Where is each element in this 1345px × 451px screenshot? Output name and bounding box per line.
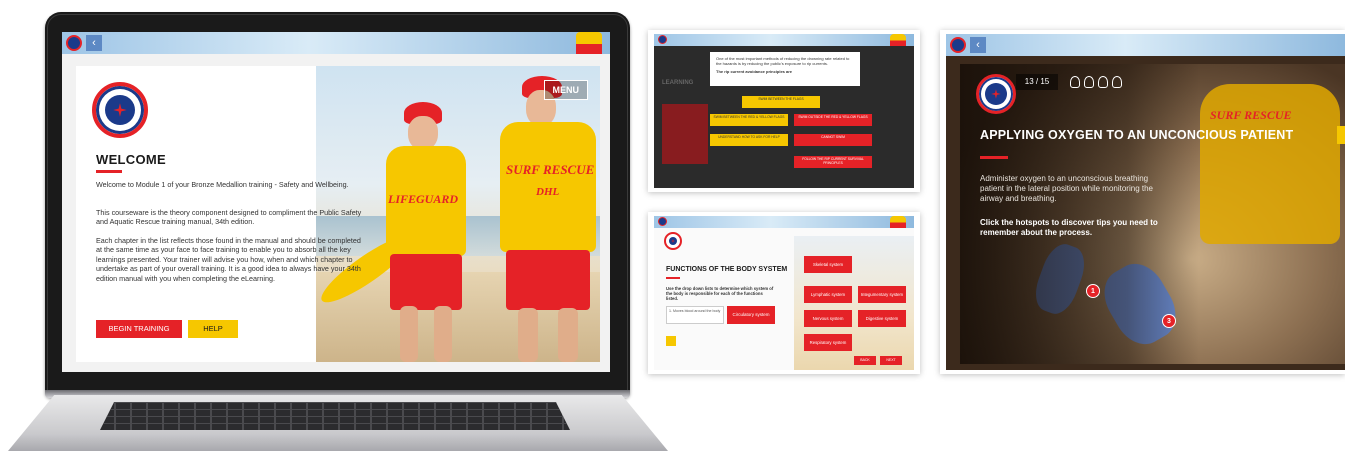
oxygen-photo: SURF RESCUE bbox=[960, 64, 1345, 364]
medal-icon bbox=[1084, 76, 1094, 88]
next-button[interactable]: NEXT bbox=[880, 356, 902, 365]
oxygen-screen: ‹ SURF RESCUE 13 / 15 APPLYING OXYGEN TO… bbox=[946, 34, 1345, 370]
help-button[interactable]: HELP bbox=[188, 320, 238, 338]
background-heading: LEARNING bbox=[662, 80, 694, 86]
shorts bbox=[506, 250, 590, 310]
lifeguard-mascot-icon bbox=[890, 216, 906, 228]
showcase-stage: ‹ LIFEGUARD SURF RESCUE DHL MENU WELCOME… bbox=[0, 0, 1345, 451]
info-dialog: One of the most important methods of red… bbox=[710, 52, 860, 86]
oxygen-screen-panel: ‹ SURF RESCUE 13 / 15 APPLYING OXYGEN TO… bbox=[940, 30, 1345, 374]
description: Administer oxygen to an unconscious brea… bbox=[980, 174, 1153, 203]
lifeguard-mascot-icon bbox=[890, 34, 906, 46]
body-system-screen-panel: FUNCTIONS OF THE BODY SYSTEM Use the dro… bbox=[648, 212, 920, 374]
background-list bbox=[662, 104, 708, 164]
medal-icon bbox=[1112, 76, 1122, 88]
laptop-keyboard bbox=[100, 402, 570, 430]
app-topbar: ‹ bbox=[946, 34, 1345, 56]
logo-inner bbox=[985, 83, 1007, 105]
surf-life-saving-logo bbox=[976, 74, 1016, 114]
hotspot-3[interactable]: 3 bbox=[1162, 314, 1176, 328]
back-button[interactable]: ‹ bbox=[970, 37, 986, 53]
principle-tile[interactable]: FOLLOW THE RIP CURRENT SURVIVAL PRINCIPL… bbox=[794, 156, 872, 168]
lifeguard-right: SURF RESCUE DHL bbox=[496, 76, 600, 362]
head bbox=[408, 116, 438, 150]
begin-training-button[interactable]: BEGIN TRAINING bbox=[96, 320, 182, 338]
principle-tile[interactable]: SWIM BETWEEN THE FLAGS bbox=[742, 96, 820, 108]
page-title: WELCOME bbox=[96, 152, 166, 167]
system-option[interactable]: Respiratory system bbox=[804, 334, 852, 351]
page-counter: 13 / 15 bbox=[1016, 74, 1058, 90]
shirt-text: LIFEGUARD bbox=[388, 192, 459, 206]
welcome-card: LIFEGUARD SURF RESCUE DHL MENU WELCOME W… bbox=[76, 66, 600, 362]
instructions: Use the drop down lists to determine whi… bbox=[666, 286, 774, 301]
shirt-text: SURF RESCUE bbox=[506, 162, 595, 177]
page-title: APPLYING OXYGEN TO AN UNCONCIOUS PATIENT bbox=[980, 128, 1294, 142]
mini-logo-icon bbox=[658, 217, 667, 226]
logo-inner bbox=[104, 94, 136, 126]
principle-tile[interactable]: UNDERSTAND HOW TO ASK FOR HELP bbox=[710, 134, 788, 146]
leg bbox=[518, 308, 538, 362]
leg bbox=[558, 308, 578, 362]
system-option[interactable]: Nervous system bbox=[804, 310, 852, 327]
dialog-text: One of the most important methods of red… bbox=[716, 56, 850, 66]
principle-tile[interactable]: CANNOT SWIM bbox=[794, 134, 872, 146]
dialog-bold-text: The rip current avoidance principles are bbox=[716, 69, 793, 74]
surf-life-saving-logo bbox=[664, 232, 682, 250]
mini-logo-icon bbox=[66, 35, 82, 51]
intro-paragraph-3: Each chapter in the list reflects those … bbox=[96, 236, 361, 283]
call-to-action: Click the hotspots to discover tips you … bbox=[980, 218, 1158, 237]
back-button[interactable]: ‹ bbox=[86, 35, 102, 51]
shorts bbox=[390, 254, 462, 310]
title-underline bbox=[980, 156, 1008, 159]
leg bbox=[400, 306, 418, 362]
rip-current-screen: LEARNING One of the most important metho… bbox=[654, 34, 914, 188]
title-underline bbox=[96, 170, 122, 173]
app-topbar: ‹ bbox=[62, 32, 610, 54]
medal-icon bbox=[1098, 76, 1108, 88]
mini-logo-icon bbox=[950, 37, 966, 53]
shirt-text: SURF RESCUE bbox=[1210, 108, 1292, 122]
lifeguard-mascot-icon bbox=[576, 32, 602, 54]
mini-logo-icon bbox=[658, 35, 667, 44]
rip-current-screen-panel: LEARNING One of the most important metho… bbox=[648, 30, 920, 192]
app-topbar bbox=[654, 34, 914, 46]
system-option[interactable]: Digestive system bbox=[858, 310, 906, 327]
medal-icon bbox=[1070, 76, 1080, 88]
function-row: 1. Moves blood around the body bbox=[666, 306, 724, 324]
principle-tile[interactable]: SWIM OUTSIDE THE RED & YELLOW FLAGS bbox=[794, 114, 872, 126]
logo-inner bbox=[668, 236, 678, 246]
system-dropdown[interactable]: Circulatory system bbox=[727, 306, 775, 324]
body-system-screen: FUNCTIONS OF THE BODY SYSTEM Use the dro… bbox=[654, 216, 914, 370]
intro-paragraph-1: Welcome to Module 1 of your Bronze Medal… bbox=[96, 180, 349, 189]
menu-button[interactable]: MENU bbox=[543, 80, 588, 100]
hotspot-1[interactable]: 1 bbox=[1086, 284, 1100, 298]
title-underline bbox=[666, 277, 680, 279]
help-icon[interactable] bbox=[666, 336, 676, 346]
system-option[interactable]: Lymphatic system bbox=[804, 286, 852, 303]
system-option[interactable]: Skeletal system bbox=[804, 256, 852, 273]
lifeguard-left: LIFEGUARD bbox=[376, 96, 476, 362]
system-option[interactable]: Integumentary system bbox=[858, 286, 906, 303]
side-tab[interactable] bbox=[1337, 126, 1345, 144]
sponsor-text: DHL bbox=[536, 186, 560, 198]
laptop-screen: ‹ LIFEGUARD SURF RESCUE DHL MENU WELCOME… bbox=[62, 32, 610, 372]
intro-paragraph-2: This courseware is the theory component … bbox=[96, 208, 362, 227]
leg bbox=[434, 306, 452, 362]
back-button[interactable]: BACK bbox=[854, 356, 876, 365]
app-topbar bbox=[654, 216, 914, 228]
page-title: FUNCTIONS OF THE BODY SYSTEM bbox=[666, 266, 788, 273]
surf-life-saving-logo bbox=[92, 82, 148, 138]
principle-tile[interactable]: SWIM BETWEEN THE RED & YELLOW FLAGS bbox=[710, 114, 788, 126]
